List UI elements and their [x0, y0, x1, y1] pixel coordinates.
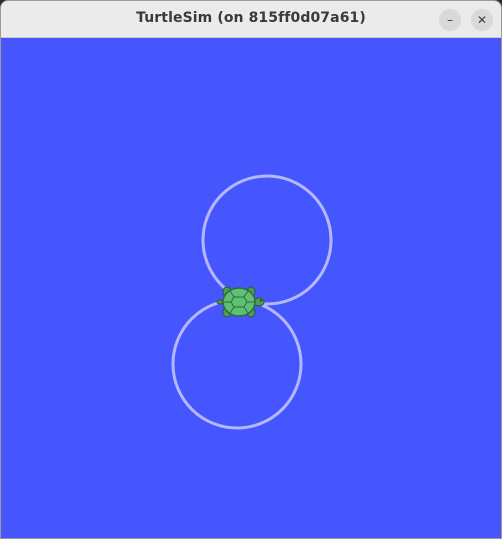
turtlesim-window: TurtleSim (on 815ff0d07a61) – ✕: [0, 0, 502, 539]
turtle-tail: [216, 299, 224, 305]
window-title: TurtleSim (on 815ff0d07a61): [136, 10, 366, 26]
drawing-surface: [1, 38, 501, 538]
close-icon: ✕: [476, 13, 488, 27]
minimize-button[interactable]: –: [439, 9, 461, 31]
close-button[interactable]: ✕: [471, 9, 493, 31]
turtle-eye: [260, 299, 262, 302]
turtle-canvas: [1, 38, 501, 538]
minimize-icon: –: [447, 13, 453, 27]
title-bar[interactable]: TurtleSim (on 815ff0d07a61) – ✕: [1, 1, 501, 38]
